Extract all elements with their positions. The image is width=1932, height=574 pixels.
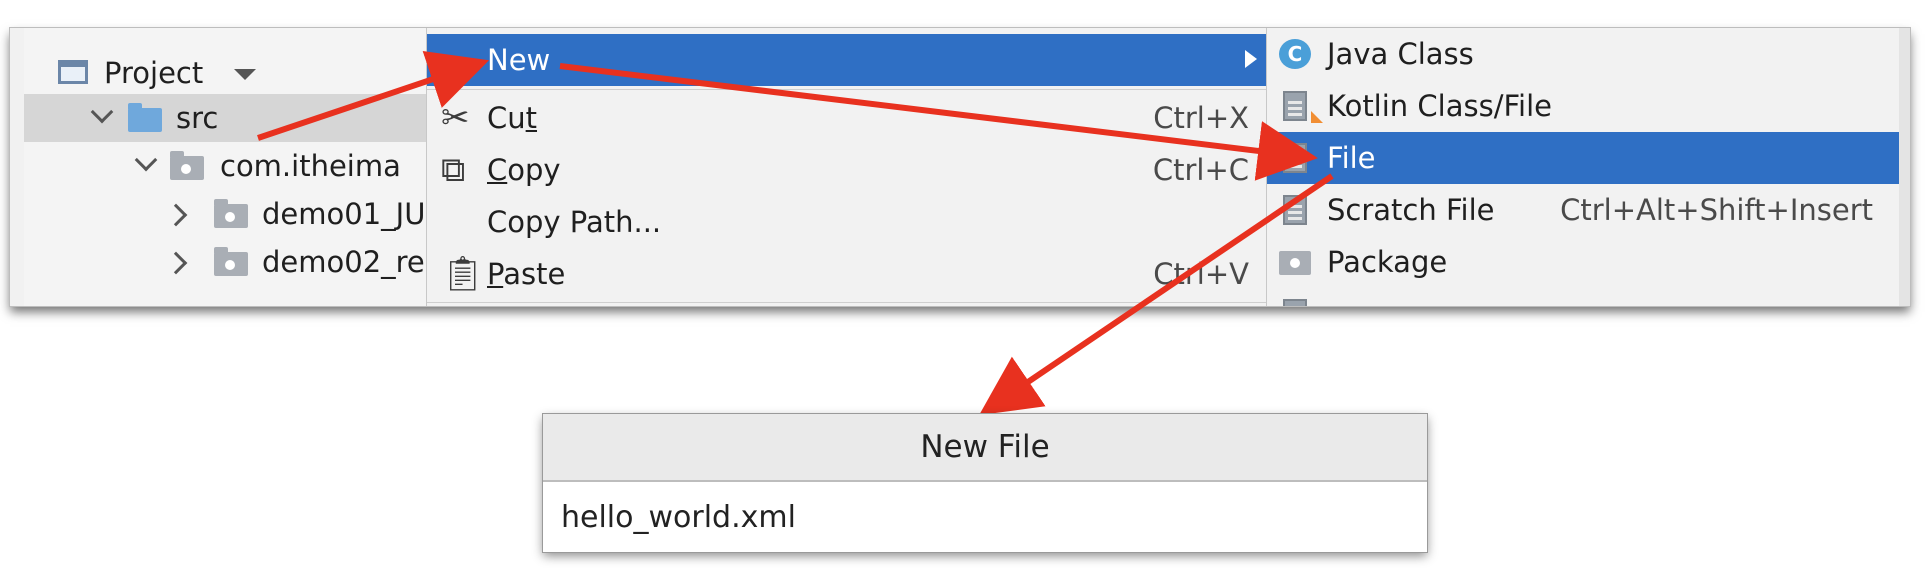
project-view-selector[interactable]: Project: [24, 56, 444, 90]
submenu-item-label: Kotlin Class/File: [1327, 89, 1552, 123]
new-file-dialog: New File: [543, 414, 1427, 552]
menu-item-shortcut: Ctrl+X: [1153, 101, 1249, 135]
new-submenu: C Java Class Kotlin Class/File File Scra…: [1266, 28, 1910, 306]
java-class-icon: C: [1279, 39, 1311, 69]
kotlin-file-icon: [1283, 91, 1323, 123]
menu-item-cut[interactable]: ✂ Cut Ctrl+X: [427, 92, 1267, 144]
menu-item-label: Paste: [487, 257, 566, 291]
submenu-item-scratch-file[interactable]: Scratch File Ctrl+Alt+Shift+Insert: [1267, 184, 1899, 236]
package-icon: [214, 199, 248, 228]
menu-item-copy[interactable]: ⧉ Copy Ctrl+C: [427, 144, 1267, 196]
context-menu: New ✂ Cut Ctrl+X ⧉ Copy Ctrl+C Copy Path…: [426, 28, 1267, 306]
tree-item-demo01[interactable]: demo01_JU: [24, 190, 444, 238]
package-icon: [1279, 251, 1311, 275]
submenu-item-shortcut: Ctrl+Alt+Shift+Insert: [1560, 193, 1873, 227]
source-folder-icon: [128, 103, 162, 132]
menu-separator: [427, 89, 1267, 90]
chevron-down-icon[interactable]: [134, 148, 158, 172]
submenu-item-package[interactable]: Package: [1267, 236, 1899, 288]
ide-screenshot: Project src com.itheima demo01_JU demo02…: [10, 28, 1910, 306]
menu-item-shortcut: Ctrl+V: [1153, 257, 1249, 291]
file-name-input[interactable]: [543, 482, 1427, 552]
chevron-down-icon[interactable]: [90, 100, 114, 124]
submenu-item-file[interactable]: File: [1267, 132, 1899, 184]
dialog-title: New File: [543, 414, 1427, 482]
tree-item-com-itheima[interactable]: com.itheima: [24, 142, 444, 190]
dropdown-caret-icon[interactable]: [234, 69, 256, 80]
submenu-item-label: Package: [1327, 245, 1448, 279]
chevron-right-icon[interactable]: [164, 251, 188, 275]
menu-separator: [427, 302, 1267, 303]
tree-item-label: src: [176, 101, 219, 135]
scratch-file-icon: [1283, 195, 1307, 225]
submenu-item-label: Scratch File: [1327, 193, 1495, 227]
clipboard-icon: 📋︎: [441, 254, 485, 294]
tree-item-label: demo01_JU: [262, 197, 426, 231]
scissors-icon: ✂: [441, 98, 470, 138]
menu-item-new[interactable]: New: [427, 34, 1267, 86]
tree-item-label: demo02_re: [262, 245, 425, 279]
project-header-label: Project: [104, 56, 204, 90]
chevron-right-icon[interactable]: [164, 203, 188, 227]
menu-item-shortcut: Ctrl+C: [1152, 153, 1249, 187]
menu-item-label: Copy Path...: [487, 205, 662, 239]
project-panel: Project src com.itheima demo01_JU demo02…: [24, 28, 444, 306]
tree-item-label: com.itheima: [220, 149, 401, 183]
submenu-edge: [1899, 28, 1910, 306]
submenu-item-label: File: [1327, 141, 1376, 175]
package-icon: [214, 247, 248, 276]
submenu-item-java-class[interactable]: C Java Class: [1267, 28, 1899, 80]
menu-item-label: New: [487, 43, 551, 77]
file-icon: [1283, 299, 1307, 306]
menu-item-paste[interactable]: 📋︎ Paste Ctrl+V: [427, 248, 1267, 300]
menu-item-label: Copy: [487, 153, 561, 187]
submenu-item-partial[interactable]: [1267, 288, 1899, 306]
tree-item-src[interactable]: src: [24, 94, 444, 142]
project-window-icon: [58, 60, 88, 84]
tree-item-demo02[interactable]: demo02_re: [24, 238, 444, 286]
submenu-item-label: Java Class: [1327, 37, 1474, 71]
menu-item-label: Cut: [487, 101, 538, 135]
submenu-arrow-icon: [1245, 50, 1257, 68]
copy-icon: ⧉: [441, 150, 466, 190]
menu-item-copy-path[interactable]: Copy Path...: [427, 196, 1267, 248]
package-icon: [170, 151, 204, 180]
submenu-item-kotlin[interactable]: Kotlin Class/File: [1267, 80, 1899, 132]
file-icon: [1283, 143, 1307, 173]
